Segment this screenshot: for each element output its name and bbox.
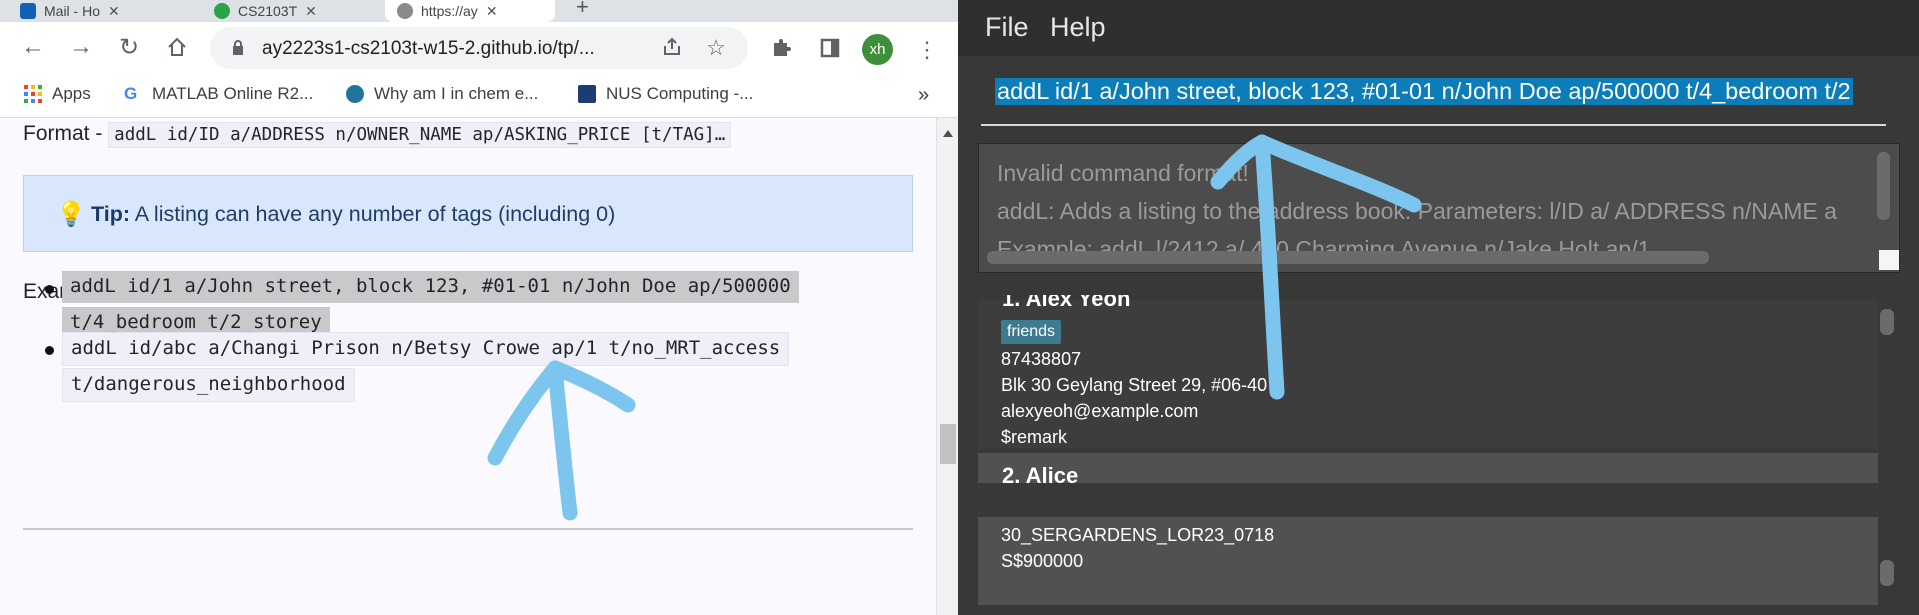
bookmark-label: NUS Computing -...	[606, 84, 754, 103]
browser-window: Mail - Ho ✕ CS2103T ✕ https://ay ✕ + ← →…	[0, 0, 958, 615]
address-bar[interactable]: ay2223s1-cs2103t-w15-2.github.io/tp/... …	[210, 27, 748, 69]
share-icon[interactable]	[660, 36, 684, 60]
nus-icon	[578, 85, 596, 103]
page-scrollbar[interactable]	[936, 118, 958, 615]
forward-icon[interactable]: →	[66, 32, 96, 62]
bookmark-label: MATLAB Online R2...	[152, 84, 314, 103]
tip-box: 💡 Tip: A listing can have any number of …	[23, 175, 913, 252]
format-label: Format -	[23, 122, 109, 145]
person-name: 1. Alex Yeoh	[1002, 295, 1131, 311]
example-2-line-2[interactable]: t/dangerous_neighborhood	[62, 368, 355, 402]
lock-icon[interactable]	[232, 40, 244, 55]
bookmark-label: Apps	[52, 84, 91, 103]
tip-body: A listing can have any number of tags (i…	[130, 202, 616, 226]
person-card[interactable]: 2. Alice	[978, 453, 1878, 485]
scroll-up-icon[interactable]	[943, 130, 953, 137]
example-2-line-1[interactable]: addL id/abc a/Changi Prison n/Betsy Crow…	[62, 332, 790, 366]
close-icon[interactable]: ✕	[305, 3, 317, 20]
url-text[interactable]: ay2223s1-cs2103t-w15-2.github.io/tp/...	[262, 38, 595, 60]
bookmarks-overflow-icon[interactable]: »	[918, 84, 929, 107]
back-icon[interactable]: ←	[18, 32, 48, 62]
listing-card[interactable]: 30_SERGARDENS_LOR23_0718 S$900000	[978, 517, 1878, 605]
tab-active[interactable]: https://ay ✕	[385, 0, 555, 22]
google-icon: G	[124, 84, 138, 103]
bookmark-matlab[interactable]: G MATLAB Online R2...	[124, 84, 313, 104]
listing-scrollbar[interactable]	[1880, 560, 1894, 586]
listing-list[interactable]: 30_SERGARDENS_LOR23_0718 S$900000	[978, 503, 1900, 615]
tag-badge: friends	[1001, 320, 1062, 344]
reload-icon[interactable]: ↻	[114, 32, 144, 62]
menu-help[interactable]: Help	[1050, 12, 1106, 43]
command-input[interactable]: addL id/1 a/John street, block 123, #01-…	[981, 70, 1886, 126]
person-phone: 87438807	[1001, 349, 1082, 369]
new-tab-icon[interactable]: +	[576, 0, 589, 20]
person-address: Blk 30 Geylang Street 29, #06-40	[1001, 375, 1268, 395]
lightbulb-icon: 💡	[56, 201, 86, 228]
bookmark-nus[interactable]: NUS Computing -...	[578, 84, 753, 104]
browser-toolbar: ← → ↻ ay2223s1-cs2103t-w15-2.github.io/t…	[0, 22, 958, 74]
outlook-icon	[20, 3, 36, 19]
bookmarks-bar: Apps G MATLAB Online R2... Why am I in c…	[0, 74, 958, 118]
tab-label: https://ay	[421, 3, 478, 19]
format-line: Format - addL id/ID a/ADDRESS n/OWNER_NA…	[23, 122, 732, 148]
home-icon[interactable]	[162, 32, 192, 62]
tab-label: CS2103T	[238, 3, 298, 19]
result-vertical-scrollbar[interactable]	[1877, 152, 1890, 220]
result-display[interactable]: Invalid command format! addL: Adds a lis…	[978, 143, 1900, 273]
scroll-corner	[1879, 250, 1899, 270]
person-card[interactable]: 1. Alex Yeoh friends 87438807 Blk 30 Gey…	[978, 295, 1878, 448]
bookmark-apps[interactable]: Apps	[24, 84, 91, 104]
bookmark-chem[interactable]: Why am I in chem e...	[346, 84, 538, 104]
example-1-line-1[interactable]: addL id/1 a/John street, block 123, #01-…	[62, 271, 799, 303]
side-panel-icon[interactable]	[817, 37, 843, 63]
bullet-icon	[45, 285, 54, 294]
list-scrollbar[interactable]	[1880, 309, 1894, 335]
tab-mail[interactable]: Mail - Ho ✕	[20, 0, 190, 22]
app-window: File Help addL id/1 a/John street, block…	[958, 0, 1919, 615]
more-menu-icon[interactable]: ⋮	[914, 37, 940, 63]
listing-price: S$900000	[1001, 551, 1084, 571]
listing-id: 30_SERGARDENS_LOR23_0718	[1001, 525, 1275, 545]
person-name: 2. Alice	[1002, 463, 1079, 485]
command-area: addL id/1 a/John street, block 123, #01-…	[958, 56, 1919, 137]
person-remark: $remark	[1001, 427, 1068, 447]
tip-text: Tip: A listing can have any number of ta…	[91, 202, 615, 227]
wordpress-icon	[346, 85, 364, 103]
divider	[23, 528, 913, 530]
star-icon[interactable]: ☆	[704, 36, 728, 60]
tab-cs2103t[interactable]: CS2103T ✕	[214, 0, 384, 22]
person-list[interactable]: 1. Alex Yeoh friends 87438807 Blk 30 Gey…	[978, 295, 1900, 485]
menu-bar: File Help	[958, 0, 1919, 56]
extensions-icon[interactable]	[768, 37, 794, 63]
result-line: Invalid command format!	[997, 160, 1249, 186]
tab-strip: Mail - Ho ✕ CS2103T ✕ https://ay ✕ +	[0, 0, 958, 22]
result-line: addL: Adds a listing to the address book…	[997, 198, 1837, 224]
format-code: addL id/ID a/ADDRESS n/OWNER_NAME ap/ASK…	[108, 122, 732, 148]
close-icon[interactable]: ✕	[108, 3, 120, 20]
docs-page: Format - addL id/ID a/ADDRESS n/OWNER_NA…	[0, 118, 936, 615]
tip-label: Tip:	[91, 202, 131, 226]
tab-label: Mail - Ho	[44, 3, 101, 19]
tab-favicon-icon	[214, 3, 230, 19]
close-icon[interactable]: ✕	[486, 3, 498, 20]
profile-avatar[interactable]: xh	[862, 34, 893, 65]
menu-file[interactable]: File	[985, 12, 1029, 43]
globe-icon	[397, 3, 413, 19]
person-email: alexyeoh@example.com	[1001, 401, 1199, 421]
bookmark-label: Why am I in chem e...	[374, 84, 539, 103]
scroll-thumb[interactable]	[940, 424, 956, 464]
command-text[interactable]: addL id/1 a/John street, block 123, #01-…	[995, 78, 1853, 105]
apps-grid-icon	[24, 85, 42, 103]
result-horizontal-scrollbar[interactable]	[987, 251, 1709, 264]
bullet-icon	[45, 346, 54, 355]
